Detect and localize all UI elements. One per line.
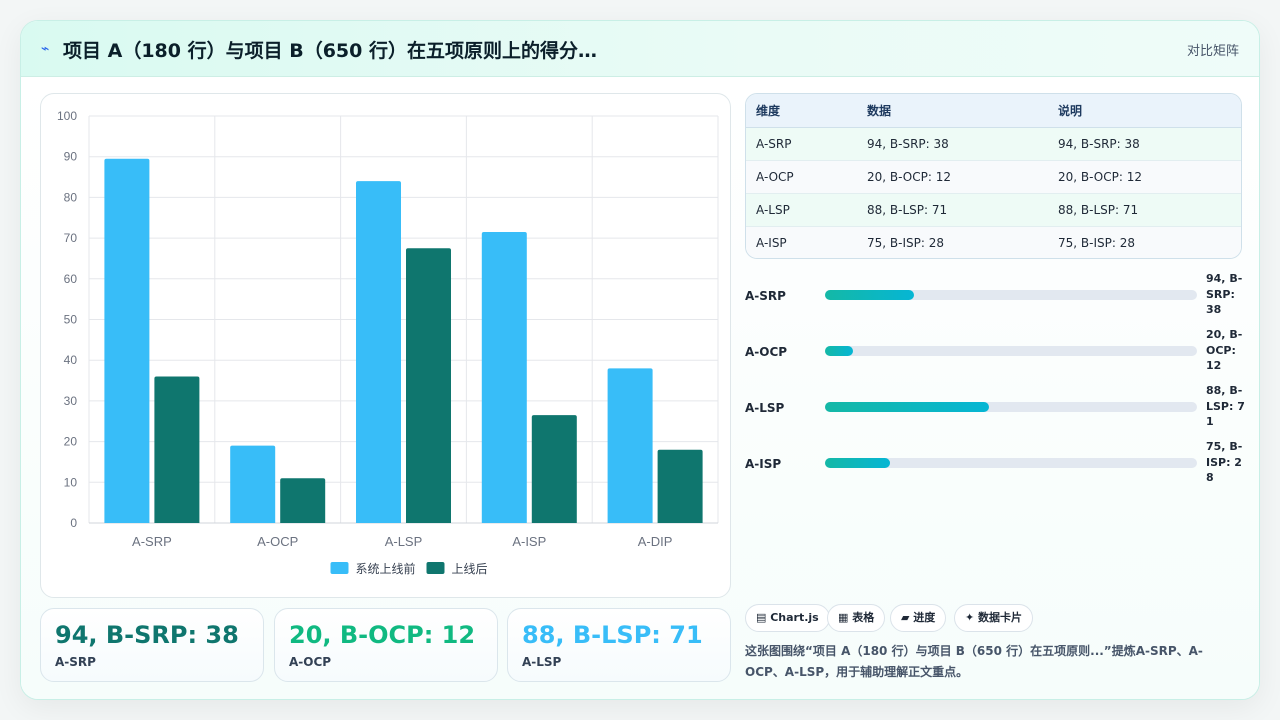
progress-fill bbox=[825, 346, 853, 356]
progress-fill bbox=[825, 290, 915, 300]
y-tick-label: 40 bbox=[64, 353, 78, 367]
table-row: A-LSP 88, B-LSP: 71 88, B-LSP: 71 bbox=[746, 193, 1241, 227]
table-cell: 88, B-LSP: 71 bbox=[857, 193, 1048, 227]
table-cell: 75, B-ISP: 28 bbox=[857, 226, 1048, 258]
y-tick-label: 10 bbox=[64, 475, 78, 489]
progress-track bbox=[825, 402, 1197, 412]
column-header: 说明 bbox=[1048, 94, 1241, 128]
progress-value: 94, B-SRP: 38 bbox=[1206, 272, 1243, 316]
table-cell: 20, B-OCP: 12 bbox=[857, 160, 1048, 194]
table-header-row: 维度 数据 说明 bbox=[746, 94, 1241, 128]
bar bbox=[531, 415, 577, 523]
y-tick-label: 70 bbox=[64, 231, 78, 245]
x-tick-label: A-OCP bbox=[257, 534, 298, 549]
y-tick-label: 80 bbox=[64, 190, 78, 204]
y-tick-label: 50 bbox=[64, 313, 78, 327]
table-row: A-OCP 20, B-OCP: 12 20, B-OCP: 12 bbox=[746, 160, 1241, 194]
y-tick-label: 20 bbox=[64, 435, 78, 449]
x-tick-label: A-LSP bbox=[385, 534, 423, 549]
chart-panel: 0 10 20 30 40 50 60 70 80 90 100 A-SRP A-OCP A-LSP A-I… bbox=[40, 93, 731, 598]
bar bbox=[607, 368, 653, 523]
table-cell: 94, B-SRP: 38 bbox=[857, 127, 1048, 161]
table-cell: 88, B-LSP: 71 bbox=[1048, 193, 1241, 227]
y-tick-label: 60 bbox=[64, 272, 78, 286]
bar bbox=[104, 158, 150, 524]
bar bbox=[230, 445, 276, 523]
legend-swatch bbox=[426, 562, 445, 574]
y-tick-label: 30 bbox=[64, 394, 78, 408]
bar-chart: 0 10 20 30 40 50 60 70 80 90 100 A-SRP A-OCP A-LSP A-I… bbox=[57, 109, 719, 576]
progress-label: A-SRP bbox=[745, 289, 786, 303]
y-tick-label: 0 bbox=[70, 516, 77, 530]
bar bbox=[481, 231, 527, 523]
progress-track bbox=[825, 290, 1197, 300]
progress-row: A-ISP 75, B-ISP: 28 bbox=[745, 439, 1245, 495]
progress-label: A-OCP bbox=[745, 345, 788, 359]
progress-label: A-ISP bbox=[745, 457, 782, 471]
stat-label: A-OCP bbox=[289, 655, 332, 669]
bar bbox=[280, 478, 326, 523]
legend-label: 系统上线前 bbox=[356, 561, 416, 576]
progress-row: A-OCP 20, B-OCP: 12 bbox=[745, 327, 1245, 383]
table-cell: 20, B-OCP: 12 bbox=[1048, 160, 1241, 194]
stat-card: 88, B-LSP: 71 A-LSP bbox=[507, 608, 731, 682]
x-tick-label: A-DIP bbox=[638, 534, 673, 549]
stat-value: 94, B-SRP: 38 bbox=[55, 621, 239, 649]
column-header: 维度 bbox=[746, 94, 857, 128]
stat-card: 94, B-SRP: 38 A-SRP bbox=[40, 608, 264, 682]
table-cell: A-ISP bbox=[746, 226, 857, 258]
header-bar: ⌁ 项目 A（180 行）与项目 B（650 行）在五项原则上的得分… 对比矩阵 bbox=[21, 21, 1259, 77]
chip-data-card[interactable]: ✦ 数据卡片 bbox=[954, 604, 1034, 632]
progress-track bbox=[825, 458, 1197, 468]
table-cell: 94, B-SRP: 38 bbox=[1048, 127, 1241, 161]
progress-value: 20, B-OCP: 12 bbox=[1206, 328, 1243, 372]
table-cell: A-LSP bbox=[746, 193, 857, 227]
stat-label: A-LSP bbox=[522, 655, 562, 669]
bar bbox=[154, 376, 200, 523]
bar bbox=[356, 181, 401, 523]
progress-value: 88, B-LSP: 71 bbox=[1206, 384, 1245, 428]
progress-track bbox=[825, 346, 1197, 356]
progress-value: 75, B-ISP: 28 bbox=[1206, 440, 1243, 484]
progress-label: A-LSP bbox=[745, 401, 785, 415]
bar bbox=[657, 449, 703, 523]
table-cell: A-SRP bbox=[746, 127, 857, 161]
data-table: 维度 数据 说明 A-SRP 94, B-SRP: 38 94, B-SRP: … bbox=[745, 93, 1242, 259]
page-title: 项目 A（180 行）与项目 B（650 行）在五项原则上的得分… bbox=[63, 40, 597, 62]
chip-progress[interactable]: ▰ 进度 bbox=[890, 604, 947, 632]
header-tag: 对比矩阵 bbox=[1186, 44, 1239, 59]
table-cell: A-OCP bbox=[746, 160, 857, 194]
y-tick-label: 100 bbox=[57, 109, 77, 123]
stat-value: 88, B-LSP: 71 bbox=[522, 621, 703, 649]
x-tick-label: A-ISP bbox=[512, 534, 546, 549]
y-tick-label: 90 bbox=[64, 150, 78, 164]
stat-label: A-SRP bbox=[55, 655, 96, 669]
x-tick-label: A-SRP bbox=[132, 534, 172, 549]
chip-chartjs[interactable]: ▤ Chart.js bbox=[745, 604, 830, 632]
progress-row: A-SRP 94, B-SRP: 38 bbox=[745, 271, 1245, 327]
legend-swatch bbox=[330, 562, 349, 574]
table-row: A-SRP 94, B-SRP: 38 94, B-SRP: 38 bbox=[746, 127, 1241, 161]
progress-fill bbox=[825, 458, 891, 468]
stat-value: 20, B-OCP: 12 bbox=[289, 621, 476, 649]
stat-card: 20, B-OCP: 12 A-OCP bbox=[274, 608, 498, 682]
chip-table[interactable]: ▦ 表格 bbox=[827, 604, 886, 632]
table-row: A-ISP 75, B-ISP: 28 75, B-ISP: 28 bbox=[746, 226, 1241, 258]
column-header: 数据 bbox=[857, 94, 1048, 128]
bolt-icon: ⌁ bbox=[41, 41, 50, 57]
main-card: ⌁ 项目 A（180 行）与项目 B（650 行）在五项原则上的得分… 对比矩阵… bbox=[20, 20, 1260, 700]
table-cell: 75, B-ISP: 28 bbox=[1048, 226, 1241, 258]
bar bbox=[406, 248, 451, 523]
legend-label: 上线后 bbox=[452, 562, 488, 576]
summary-text: 这张图围绕“项目 A（180 行）与项目 B（650 行）在五项原则...”提炼… bbox=[745, 644, 1203, 679]
progress-fill bbox=[825, 402, 989, 412]
progress-row: A-LSP 88, B-LSP: 71 bbox=[745, 383, 1245, 439]
